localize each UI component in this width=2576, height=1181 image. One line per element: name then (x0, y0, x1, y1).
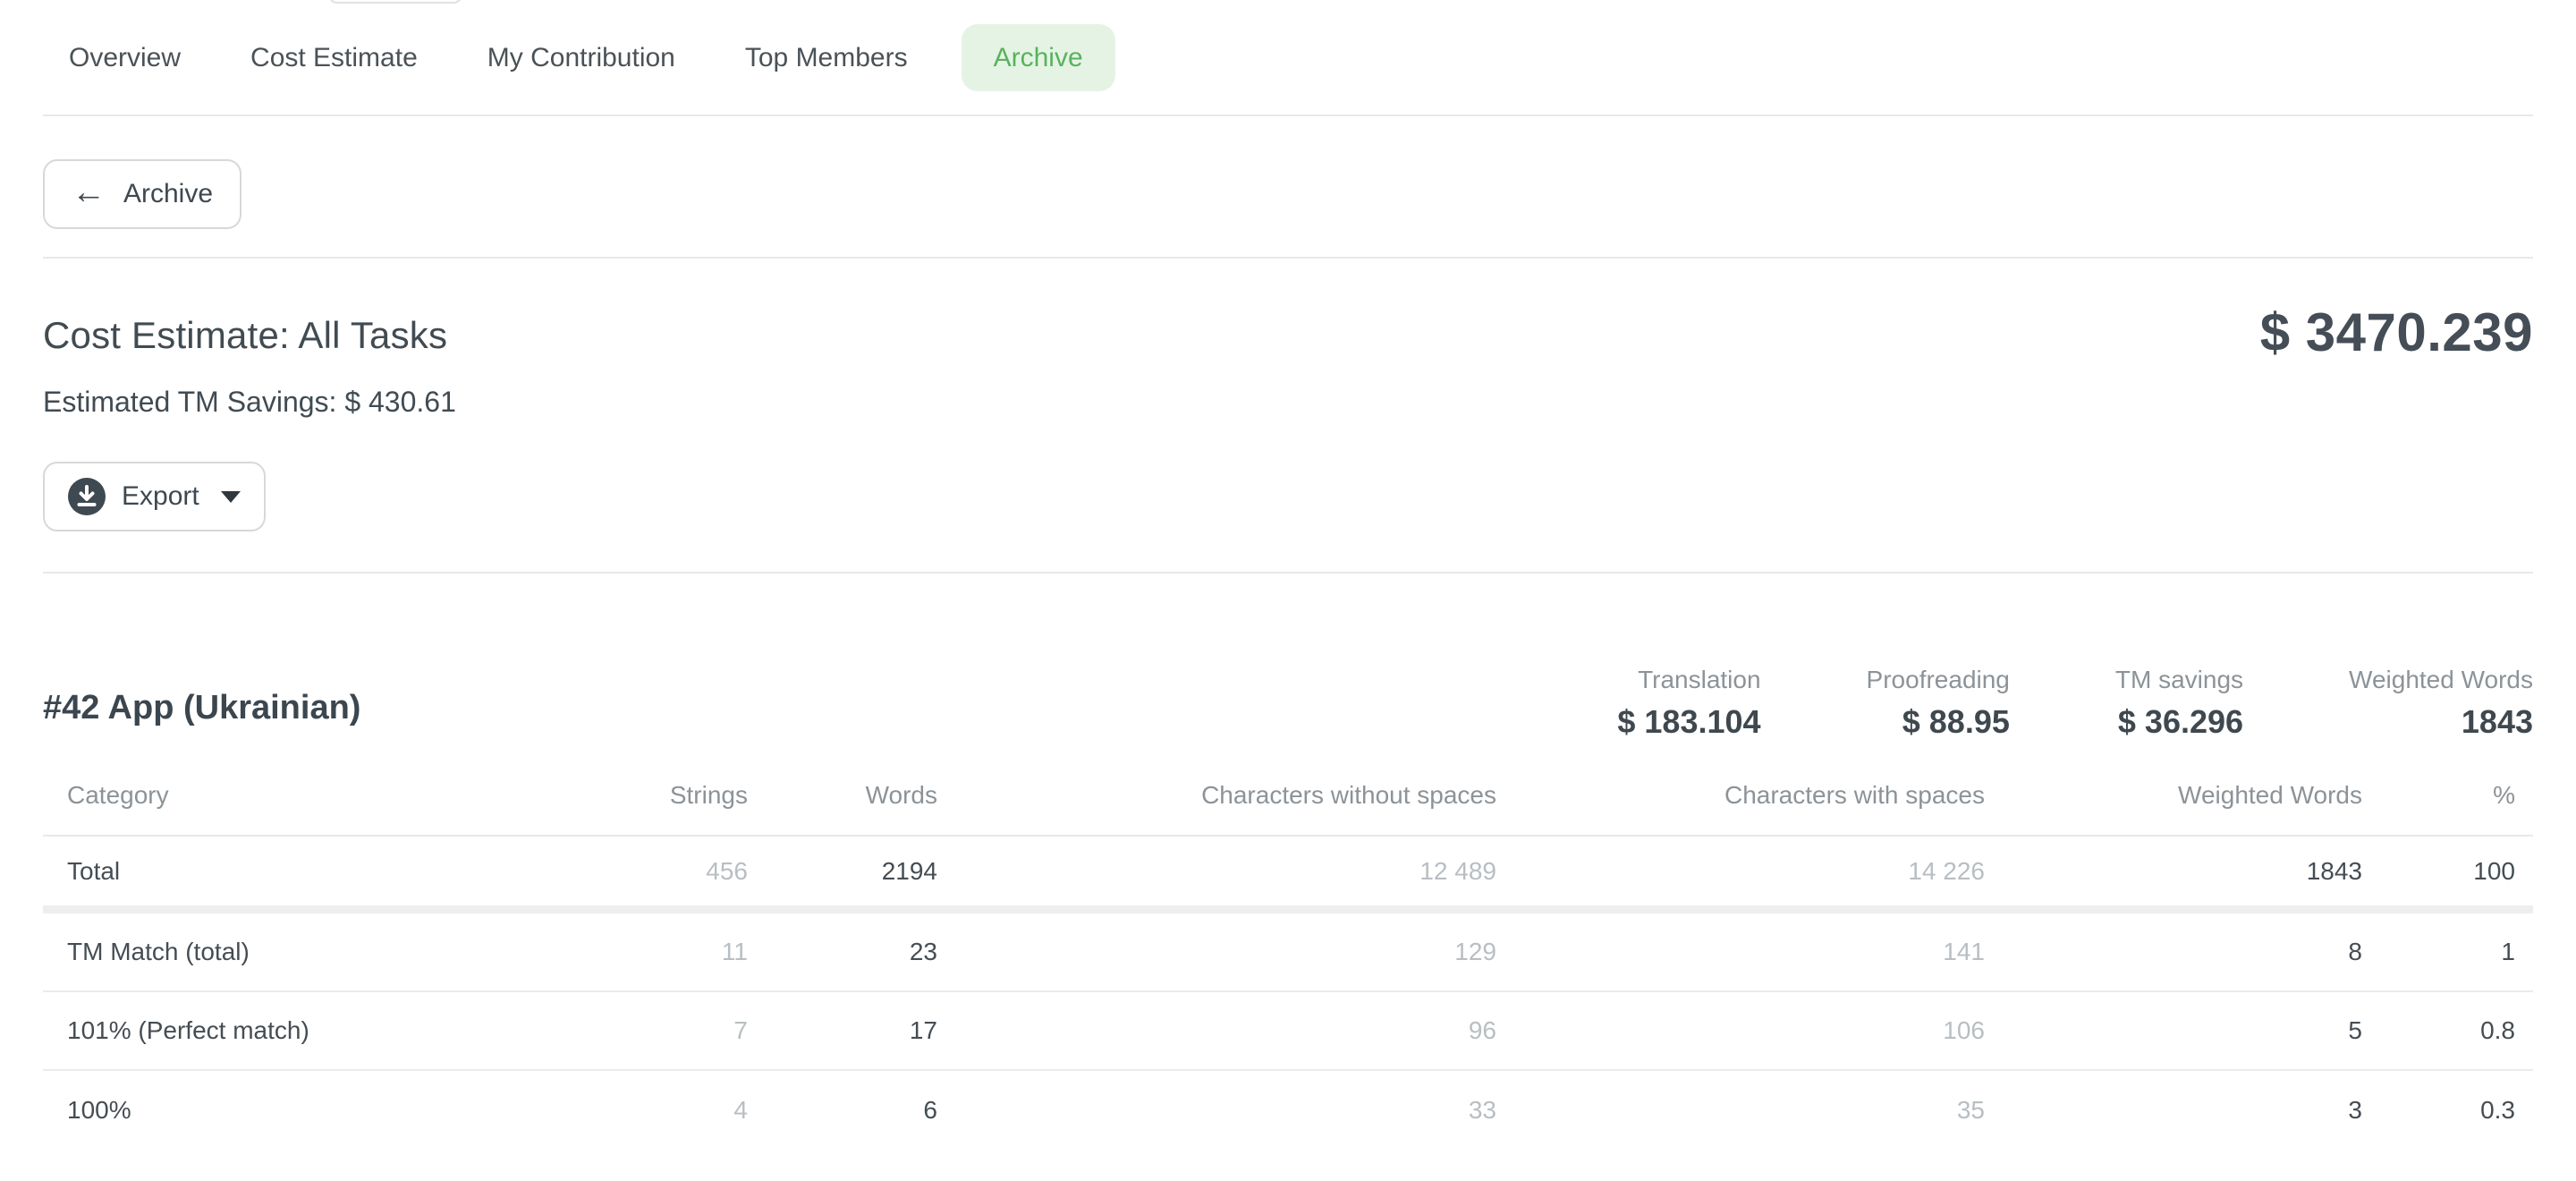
cell-chars-with-spaces: 106 (1496, 1016, 1985, 1045)
cell-words: 23 (748, 938, 937, 966)
export-label: Export (122, 481, 199, 512)
stat-translation: Translation $ 183.104 (1617, 666, 1760, 741)
cell-words: 6 (748, 1096, 937, 1125)
cell-chars-with-spaces: 35 (1496, 1096, 1985, 1125)
cell-weighted-words: 8 (1985, 938, 2362, 966)
cell-strings: 7 (447, 1016, 748, 1045)
stat-label: Proofreading (1867, 666, 2010, 694)
page-title: Cost Estimate: All Tasks (43, 314, 2533, 357)
cell-strings: 456 (447, 857, 748, 886)
col-header-weighted-words: Weighted Words (1985, 781, 2362, 810)
cell-percent: 1 (2362, 938, 2533, 966)
cell-category: 100% (43, 1096, 447, 1125)
col-header-strings: Strings (447, 781, 748, 810)
cell-words: 17 (748, 1016, 937, 1045)
cell-percent: 100 (2362, 857, 2533, 886)
table-row: Total 456 2194 12 489 14 226 1843 100 (43, 837, 2533, 913)
cell-chars-without-spaces: 33 (937, 1096, 1496, 1125)
cell-weighted-words: 3 (1985, 1096, 2362, 1125)
col-header-chars-with-spaces: Characters with spaces (1496, 781, 1985, 810)
tab-top-members[interactable]: Top Members (745, 24, 908, 91)
cell-strings: 11 (447, 938, 748, 966)
report-title: #42 App (Ukrainian) (43, 689, 360, 727)
cell-weighted-words: 1843 (1985, 857, 2362, 886)
report-stats: Translation $ 183.104 Proofreading $ 88.… (1512, 666, 2533, 741)
stat-tm-savings: TM savings $ 36.296 (2115, 666, 2243, 741)
stat-label: Weighted Words (2349, 666, 2533, 694)
table-row: 101% (Perfect match) 7 17 96 106 5 0.8 (43, 992, 2533, 1071)
report-header: #42 App (Ukrainian) Translation $ 183.10… (43, 666, 2533, 741)
cell-category: TM Match (total) (43, 938, 447, 966)
stat-proofreading: Proofreading $ 88.95 (1867, 666, 2010, 741)
stat-value: 1843 (2349, 703, 2533, 741)
tm-savings-line: Estimated TM Savings: $ 430.61 (43, 386, 2533, 419)
tab-my-contribution[interactable]: My Contribution (487, 24, 675, 91)
grand-total-value: $ 3470.239 (2260, 302, 2533, 363)
report-tabbar: Overview Cost Estimate My Contribution T… (43, 0, 2533, 116)
cell-chars-without-spaces: 12 489 (937, 857, 1496, 886)
chevron-down-icon (221, 491, 241, 503)
tab-cost-estimate[interactable]: Cost Estimate (250, 24, 418, 91)
cell-chars-without-spaces: 96 (937, 1016, 1496, 1045)
cost-estimate-page: Overview Cost Estimate My Contribution T… (0, 0, 2576, 1181)
stat-weighted-words: Weighted Words 1843 (2349, 666, 2533, 741)
cell-chars-with-spaces: 141 (1496, 938, 1985, 966)
table-header-row: Category Strings Words Characters withou… (43, 741, 2533, 837)
col-header-category: Category (43, 781, 447, 810)
arrow-left-icon: ← (72, 175, 106, 209)
archive-back-label: Archive (123, 179, 213, 209)
cell-percent: 0.8 (2362, 1016, 2533, 1045)
cell-chars-without-spaces: 129 (937, 938, 1496, 966)
cell-strings: 4 (447, 1096, 748, 1125)
cell-chars-with-spaces: 14 226 (1496, 857, 1985, 886)
cell-category: Total (43, 857, 447, 886)
cell-percent: 0.3 (2362, 1096, 2533, 1125)
col-header-percent: % (2362, 781, 2533, 810)
tab-archive[interactable]: Archive (962, 24, 1115, 91)
tab-overview[interactable]: Overview (69, 24, 181, 91)
cell-category: 101% (Perfect match) (43, 1016, 447, 1045)
cell-weighted-words: 5 (1985, 1016, 2362, 1045)
col-header-chars-without-spaces: Characters without spaces (937, 781, 1496, 810)
download-circle-icon (68, 478, 106, 515)
col-header-words: Words (748, 781, 937, 810)
table-row: 100% 4 6 33 35 3 0.3 (43, 1071, 2533, 1150)
summary-section: Cost Estimate: All Tasks $ 3470.239 Esti… (43, 259, 2533, 574)
stat-value: $ 36.296 (2115, 703, 2243, 741)
cell-words: 2194 (748, 857, 937, 886)
stat-label: Translation (1617, 666, 1760, 694)
report-section: #42 App (Ukrainian) Translation $ 183.10… (43, 574, 2533, 1150)
table-row: TM Match (total) 11 23 129 141 8 1 (43, 913, 2533, 992)
back-row: ← Archive (43, 159, 2533, 259)
stat-label: TM savings (2115, 666, 2243, 694)
archive-back-button[interactable]: ← Archive (43, 159, 242, 229)
stat-value: $ 183.104 (1617, 703, 1760, 741)
export-button[interactable]: Export (43, 462, 266, 531)
cost-table: Category Strings Words Characters withou… (43, 741, 2533, 1150)
stat-value: $ 88.95 (1867, 703, 2010, 741)
